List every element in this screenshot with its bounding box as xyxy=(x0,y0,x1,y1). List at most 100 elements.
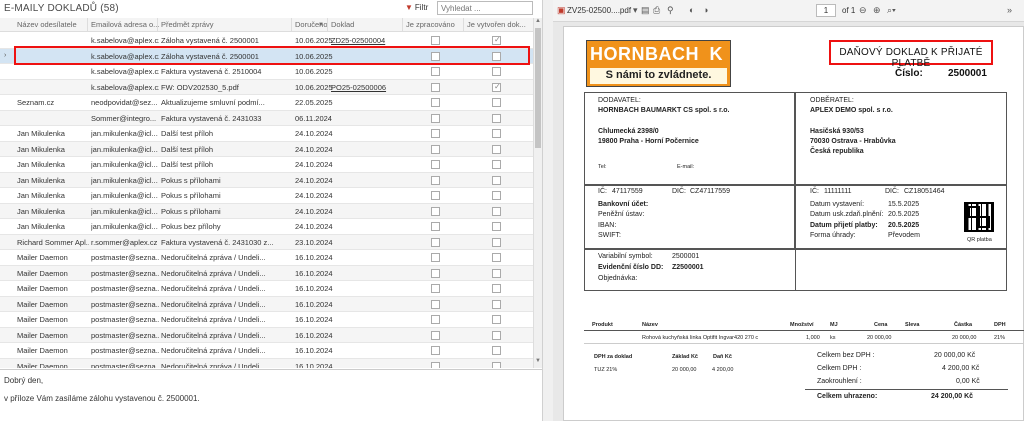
document-created-checkbox[interactable] xyxy=(492,284,501,293)
document-created-checkbox[interactable] xyxy=(492,175,501,185)
processed-checkbox[interactable] xyxy=(431,206,440,216)
zoom-out-icon[interactable]: ⊖ xyxy=(859,5,867,16)
zoom-in-icon[interactable]: ⊕ xyxy=(873,5,881,16)
document-created-checkbox[interactable] xyxy=(492,82,501,92)
table-row[interactable]: Mailer Daemon postmaster@sezna... Nedoruči… xyxy=(0,327,533,343)
processed-checkbox[interactable] xyxy=(431,82,440,92)
more-icon[interactable]: » xyxy=(1007,5,1012,15)
processed-checkbox[interactable] xyxy=(431,98,440,107)
processed-checkbox[interactable] xyxy=(431,129,440,138)
print-icon[interactable]: ⎙ xyxy=(653,5,660,16)
table-row[interactable]: Seznam.cz neodpovidat@sez... Aktualizujeme… xyxy=(0,95,533,111)
document-created-checkbox[interactable] xyxy=(492,144,501,154)
supplier-name: HORNBACH BAUMARKT CS spol. s r.o. xyxy=(598,107,730,114)
document-created-checkbox[interactable] xyxy=(492,35,501,45)
table-row[interactable]: Jan Mikulenka jan.mikulenka@icl... Pokus s… xyxy=(0,203,533,219)
document-created-checkbox[interactable] xyxy=(492,361,501,368)
column-header[interactable]: Doklad xyxy=(331,20,354,29)
processed-checkbox[interactable] xyxy=(431,222,440,231)
binoculars-icon[interactable]: ⚲ xyxy=(667,5,674,16)
table-row[interactable]: Richard Sommer Apl... r.sommer@aplex.cz Fa… xyxy=(0,234,533,250)
zoom-menu-icon[interactable]: ⌕▾ xyxy=(887,5,896,16)
items-column-header: DPH xyxy=(994,322,1006,328)
table-row[interactable]: k.sabelova@aplex.cz Faktura vystavená č. … xyxy=(0,64,533,80)
table-row[interactable]: Sommer@integro... Faktura vystavená č. 24… xyxy=(0,110,533,126)
cell-doc[interactable]: ZD25-02500004 xyxy=(331,36,401,45)
processed-checkbox[interactable] xyxy=(431,191,440,200)
column-header[interactable]: Název odesílatele xyxy=(17,20,77,29)
document-created-checkbox[interactable] xyxy=(492,253,501,262)
processed-checkbox[interactable] xyxy=(431,67,440,76)
processed-checkbox[interactable] xyxy=(431,36,440,45)
table-row[interactable]: Mailer Daemon postmaster@sezna... Nedoruči… xyxy=(0,343,533,359)
vertical-scrollbar[interactable]: ▲ ▼ xyxy=(533,18,542,368)
processed-checkbox[interactable] xyxy=(431,361,440,368)
table-row[interactable]: Mailer Daemon postmaster@sezna... Nedoruči… xyxy=(0,358,533,368)
vat-row-tax: 4 200,00 xyxy=(712,367,734,373)
document-created-checkbox[interactable] xyxy=(492,222,501,231)
column-header[interactable]: Je zpracováno xyxy=(406,20,455,29)
column-header[interactable]: Emailová adresa o... xyxy=(91,20,159,29)
cell-doc[interactable]: PO25-02500006 xyxy=(331,83,401,92)
column-header[interactable]: Předmět zprávy xyxy=(161,20,214,29)
document-created-checkbox[interactable] xyxy=(492,268,501,278)
table-row[interactable]: Mailer Daemon postmaster@sezna... Nedoruči… xyxy=(0,250,533,266)
document-created-checkbox[interactable] xyxy=(492,315,501,324)
column-separator[interactable] xyxy=(327,18,328,32)
document-created-checkbox[interactable] xyxy=(492,346,501,355)
document-created-checkbox[interactable] xyxy=(492,160,501,169)
scroll-up-icon[interactable]: ▲ xyxy=(535,18,541,24)
table-row[interactable]: Jan Mikulenka jan.mikulenka@icl... Pokus s… xyxy=(0,188,533,204)
items-column-header: Částka xyxy=(954,322,973,328)
document-created-checkbox[interactable] xyxy=(492,237,501,247)
processed-checkbox[interactable] xyxy=(431,113,440,123)
document-created-checkbox[interactable] xyxy=(492,67,501,76)
splitter[interactable] xyxy=(543,0,553,421)
document-created-checkbox[interactable] xyxy=(492,299,501,309)
column-separator[interactable] xyxy=(87,18,88,32)
column-separator[interactable] xyxy=(402,18,403,32)
document-created-checkbox[interactable] xyxy=(492,191,501,200)
dropdown-icon[interactable]: ▾ xyxy=(633,5,638,16)
scroll-down-icon[interactable]: ▼ xyxy=(535,358,541,364)
document-created-checkbox[interactable] xyxy=(492,98,501,107)
sort-desc-icon[interactable]: ▼ xyxy=(318,22,324,28)
table-row[interactable]: Mailer Daemon postmaster@sezna... Nedoruči… xyxy=(0,265,533,281)
table-row[interactable]: Jan Mikulenka jan.mikulenka@icl... Pokus b… xyxy=(0,219,533,235)
document-created-checkbox[interactable] xyxy=(492,129,501,138)
column-header[interactable]: Je vytvořen dok... xyxy=(467,20,526,29)
table-row[interactable]: Mailer Daemon postmaster@sezna... Nedoruči… xyxy=(0,281,533,297)
processed-checkbox[interactable] xyxy=(431,315,440,324)
filter-button[interactable]: ▼ Filtr xyxy=(405,3,428,12)
prev-page-icon[interactable]: ◐ xyxy=(689,5,694,15)
processed-checkbox[interactable] xyxy=(431,175,440,185)
processed-checkbox[interactable] xyxy=(431,346,440,355)
column-separator[interactable] xyxy=(157,18,158,32)
processed-checkbox[interactable] xyxy=(431,299,440,309)
table-row[interactable]: Jan Mikulenka jan.mikulenka@icl... Další t… xyxy=(0,157,533,173)
processed-checkbox[interactable] xyxy=(431,330,440,340)
column-separator[interactable] xyxy=(291,18,292,32)
table-row[interactable]: Jan Mikulenka jan.mikulenka@icl... Další t… xyxy=(0,126,533,142)
document-created-checkbox[interactable] xyxy=(492,206,501,216)
processed-checkbox[interactable] xyxy=(431,144,440,154)
table-row[interactable]: Jan Mikulenka jan.mikulenka@icl... Další t… xyxy=(0,141,533,157)
processed-checkbox[interactable] xyxy=(431,284,440,293)
scroll-thumb[interactable] xyxy=(535,28,541,148)
table-row[interactable]: Mailer Daemon postmaster@sezna... Nedoruči… xyxy=(0,296,533,312)
processed-checkbox[interactable] xyxy=(431,237,440,247)
column-separator[interactable] xyxy=(463,18,464,32)
next-page-icon[interactable]: ◑ xyxy=(703,5,708,15)
processed-checkbox[interactable] xyxy=(431,160,440,169)
table-row[interactable]: Mailer Daemon postmaster@sezna... Nedoruči… xyxy=(0,312,533,328)
processed-checkbox[interactable] xyxy=(431,268,440,278)
save-icon[interactable]: ▤ xyxy=(641,5,650,16)
table-row[interactable]: k.sabelova@aplex.cz FW: ODV202530_5.pdf 10… xyxy=(0,79,533,95)
cell-sender: Mailer Daemon xyxy=(17,315,68,324)
document-created-checkbox[interactable] xyxy=(492,113,501,123)
table-row[interactable]: Jan Mikulenka jan.mikulenka@icl... Pokus s… xyxy=(0,172,533,188)
processed-checkbox[interactable] xyxy=(431,253,440,262)
document-created-checkbox[interactable] xyxy=(492,330,501,340)
search-input[interactable] xyxy=(437,1,533,15)
page-number-input[interactable]: 1 xyxy=(816,4,836,17)
